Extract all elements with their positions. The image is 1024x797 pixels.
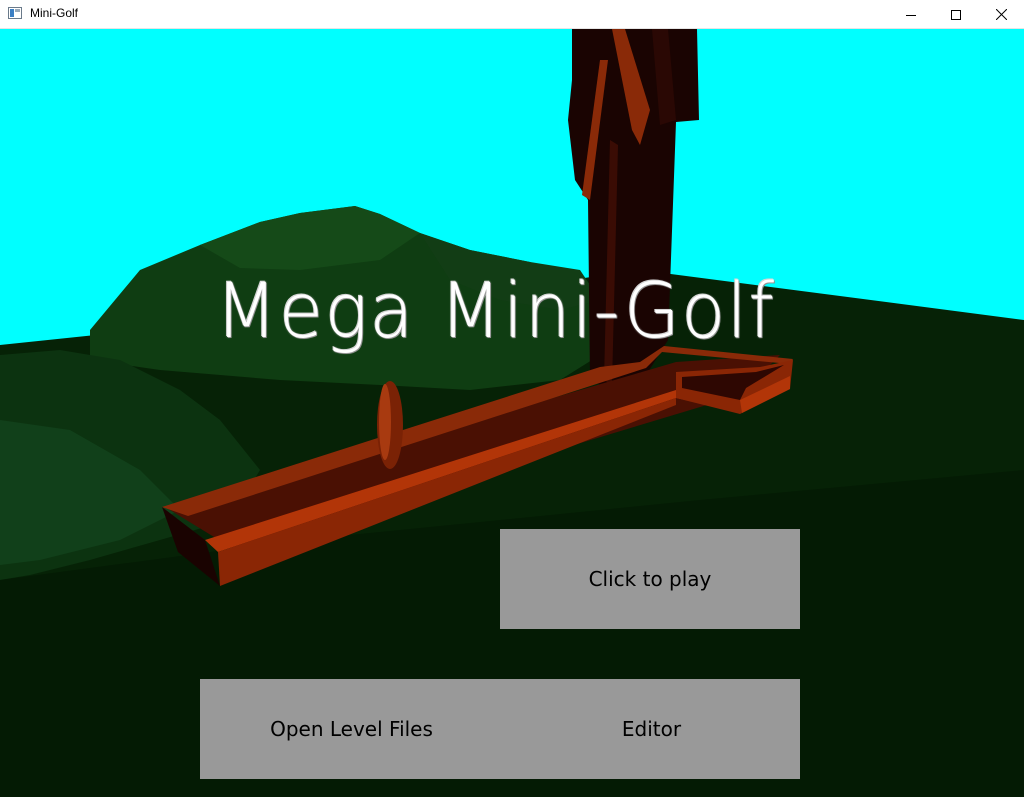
window-titlebar[interactable]: Mini-Golf [0, 0, 1024, 29]
play-button[interactable]: Click to play [500, 529, 800, 629]
open-level-files-button[interactable]: Open Level Files [200, 679, 503, 779]
open-level-files-label: Open Level Files [270, 717, 433, 741]
window-title: Mini-Golf [30, 6, 79, 20]
maximize-button[interactable] [933, 0, 979, 29]
close-icon [995, 9, 1007, 20]
maximize-icon [951, 9, 961, 20]
editor-label: Editor [621, 717, 682, 741]
minimize-button[interactable] [888, 0, 934, 29]
play-button-label: Click to play [588, 567, 712, 591]
game-title: Mega Mini-Golf [215, 266, 776, 355]
editor-button[interactable]: Editor [503, 679, 800, 779]
close-button[interactable] [978, 0, 1024, 29]
minimize-icon [906, 14, 916, 16]
app-window-icon [8, 7, 22, 19]
